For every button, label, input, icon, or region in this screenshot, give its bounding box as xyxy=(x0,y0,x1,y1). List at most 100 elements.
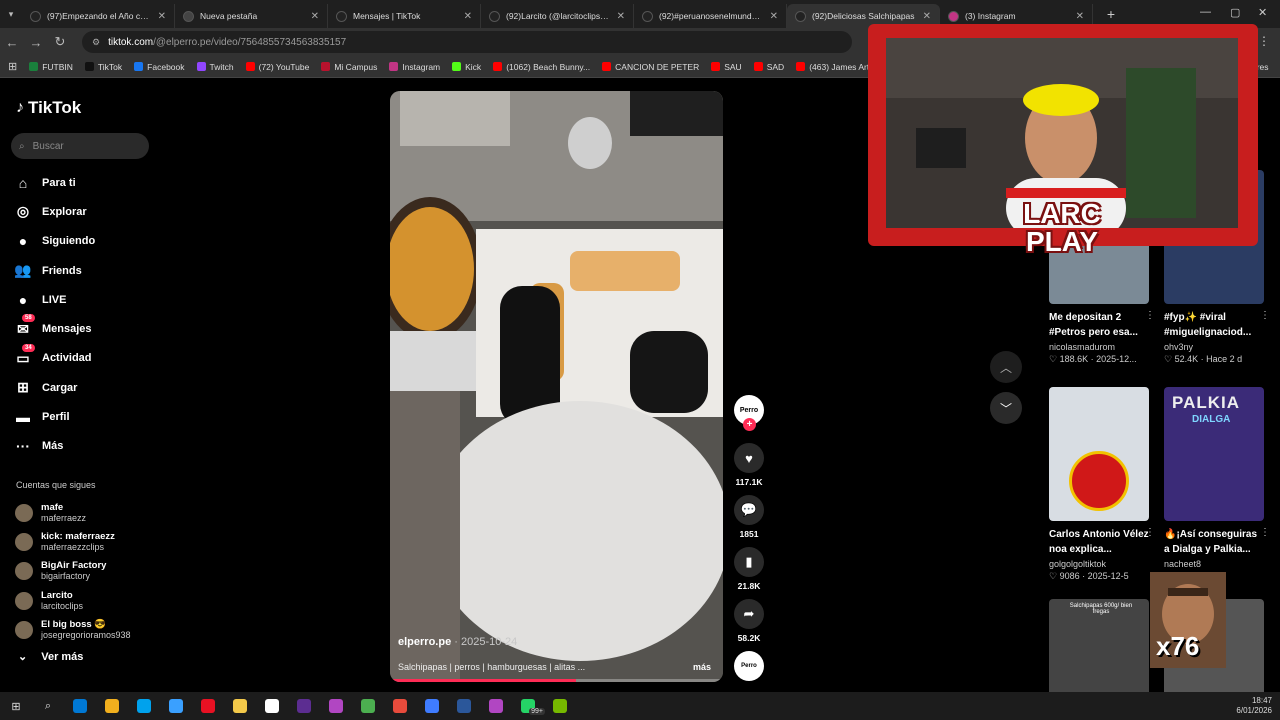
related-video-card[interactable]: Salchipapas 600g/ bien fregas xyxy=(1049,599,1149,699)
sidebar-item-ms[interactable]: ··· Más xyxy=(14,432,95,461)
video-author[interactable]: elperro.pe xyxy=(398,636,451,648)
taskbar-apps: 99+ xyxy=(64,692,576,720)
bookmark-item[interactable]: Kick xyxy=(452,62,481,72)
tab-close-icon[interactable]: ✕ xyxy=(464,11,472,22)
sidebar-item-perfil[interactable]: ▬ Perfil xyxy=(14,402,95,431)
forward-icon[interactable]: → xyxy=(24,35,48,50)
tab-close-icon[interactable]: ✕ xyxy=(311,11,319,22)
taskbar-app-icon[interactable] xyxy=(544,692,576,720)
apps-grid-icon[interactable]: ⊞ xyxy=(8,60,17,73)
following-account[interactable]: El big boss 😎 josegregorioramos938 xyxy=(15,615,131,644)
related-video-card[interactable]: Carlos Antonio Vélez noa explica... ⋮ golg… xyxy=(1049,387,1155,582)
system-clock[interactable]: 18:47 6/01/2026 xyxy=(1236,696,1272,716)
taskbar-app-icon[interactable] xyxy=(128,692,160,720)
description-more-link[interactable]: más xyxy=(693,662,711,672)
bookmark-item[interactable]: (1062) Beach Bunny... xyxy=(493,62,590,72)
previous-video-button[interactable]: ︿ xyxy=(990,351,1022,383)
tab-close-icon[interactable]: ✕ xyxy=(617,11,625,22)
browser-tab[interactable]: (97)Empezando el Año con Ron ✕ xyxy=(22,4,175,28)
taskbar-app-icon[interactable] xyxy=(256,692,288,720)
search-input[interactable]: ⌕ Buscar xyxy=(11,133,149,159)
taskbar-app-icon[interactable] xyxy=(224,692,256,720)
next-video-button[interactable]: ﹀ xyxy=(990,392,1022,424)
bookmark-item[interactable]: Twitch xyxy=(196,62,234,72)
sidebar-item-actividad[interactable]: ▭ 34 Actividad xyxy=(14,343,95,373)
like-button[interactable]: ♥ 117.1K xyxy=(733,443,765,487)
author-avatar[interactable]: Perro + xyxy=(733,395,765,431)
video-thumbnail[interactable] xyxy=(1049,387,1149,521)
taskbar-app-icon[interactable] xyxy=(160,692,192,720)
sidebar-item-parati[interactable]: ⌂ Para ti xyxy=(14,168,95,197)
follow-plus-icon[interactable]: + xyxy=(743,418,756,431)
taskbar-app-icon[interactable] xyxy=(416,692,448,720)
sidebar-item-friends[interactable]: 👥 Friends xyxy=(14,256,95,285)
following-account[interactable]: mafe maferraezz xyxy=(15,498,131,527)
bookmark-item[interactable]: Mi Campus xyxy=(321,62,377,72)
bookmark-item[interactable]: SAU xyxy=(711,62,742,72)
bookmark-item[interactable]: Facebook xyxy=(134,62,185,72)
taskbar-app-icon[interactable]: 99+ xyxy=(512,692,545,720)
browser-tab[interactable]: Mensajes | TikTok ✕ xyxy=(328,4,481,28)
sidebar-item-siguiendo[interactable]: ● Siguiendo xyxy=(14,227,95,256)
taskbar-app-icon[interactable] xyxy=(352,692,384,720)
video-player[interactable]: elperro.pe · 2025-10-24 Salchipapas | pe… xyxy=(390,91,723,682)
tab-close-icon[interactable]: ✕ xyxy=(923,11,931,22)
see-more-button[interactable]: ⌄ Ver más xyxy=(18,650,83,664)
tab-search-icon[interactable]: ▾ xyxy=(0,9,22,20)
meme-text: x76 xyxy=(1156,631,1200,661)
tab-close-icon[interactable]: ✕ xyxy=(1076,11,1084,22)
browser-tab[interactable]: Nueva pestaña ✕ xyxy=(175,4,328,28)
card-menu-icon[interactable]: ⋮ xyxy=(1260,310,1270,321)
taskbar-app-icon[interactable] xyxy=(192,692,224,720)
taskbar-app-icon[interactable] xyxy=(320,692,352,720)
card-menu-icon[interactable]: ⋮ xyxy=(1260,527,1270,538)
bookmark-item[interactable]: CANCION DE PETER xyxy=(602,62,699,72)
taskbar-app-icon[interactable] xyxy=(288,692,320,720)
comment-button[interactable]: 💬 1851 xyxy=(733,495,765,539)
card-menu-icon[interactable]: ⋮ xyxy=(1145,527,1155,538)
browser-tab[interactable]: (92)#peruanosenelmundo #fyp ✕ xyxy=(634,4,787,28)
taskbar-search-icon[interactable]: ⌕ xyxy=(32,692,64,720)
video-thumbnail[interactable]: Salchipapas 600g/ bien fregas xyxy=(1049,599,1149,699)
tiktok-logo[interactable]: ♪ TikTok xyxy=(16,98,81,118)
close-window-icon[interactable]: ✕ xyxy=(1258,6,1267,19)
bookmark-item[interactable]: Instagram xyxy=(389,62,440,72)
sidebar-item-live[interactable]: ● LIVE xyxy=(14,285,95,314)
browser-menu-icon[interactable]: ⋮ xyxy=(1258,34,1270,48)
bookmark-item[interactable]: SAD xyxy=(753,62,784,72)
maximize-icon[interactable]: ▢ xyxy=(1230,6,1240,19)
taskbar-app-icon[interactable] xyxy=(448,692,480,720)
related-video-card[interactable]: PALKIA DIALGA 🔥¡Así conseguiras a Dialga y… xyxy=(1164,387,1270,581)
back-icon[interactable]: ← xyxy=(0,35,24,50)
taskbar-app-icon[interactable] xyxy=(64,692,96,720)
taskbar-app-icon[interactable] xyxy=(480,692,512,720)
video-progress-bar[interactable] xyxy=(390,679,723,682)
tab-close-icon[interactable]: ✕ xyxy=(770,11,778,22)
tab-close-icon[interactable]: ✕ xyxy=(158,11,166,22)
bookmark-item[interactable]: TikTok xyxy=(84,62,122,72)
windows-start-icon[interactable]: ⊞ xyxy=(0,692,32,720)
sidebar-item-explorar[interactable]: ◎ Explorar xyxy=(14,197,95,226)
site-info-icon[interactable]: ⚙ xyxy=(92,37,100,48)
url-field[interactable]: ⚙ tiktok.com/@elperro.pe/video/756485573… xyxy=(82,31,852,53)
browser-window: ▾ (97)Empezando el Año con Ron✕Nueva pes… xyxy=(0,0,1280,699)
taskbar-app-icon[interactable] xyxy=(384,692,416,720)
bookmark-item[interactable]: (72) YouTube xyxy=(245,62,309,72)
sidebar-item-mensajes[interactable]: ✉ 58 Mensajes xyxy=(14,314,95,343)
save-button[interactable]: ▮ 21.8K xyxy=(733,547,765,591)
following-account[interactable]: BigAir Factory bigairfactory xyxy=(15,557,131,586)
card-menu-icon[interactable]: ⋮ xyxy=(1145,310,1155,321)
following-account[interactable]: Larcito larcitoclips xyxy=(15,586,131,615)
share-button[interactable]: ➦ 58.2K xyxy=(733,599,765,643)
music-disc[interactable]: Perro xyxy=(733,651,765,681)
sidebar-item-cargar[interactable]: ⊞ Cargar xyxy=(14,373,95,402)
following-account[interactable]: kick: maferraezz maferraezzclips xyxy=(15,527,131,556)
video-thumbnail[interactable]: PALKIA DIALGA xyxy=(1164,387,1264,521)
bookmark-item[interactable]: FUTBIN xyxy=(29,62,73,72)
tab-title: Nueva pestaña xyxy=(200,11,258,21)
browser-tab[interactable]: (92)Larcito (@larcitoclips) | Tik ✕ xyxy=(481,4,634,28)
minimize-icon[interactable]: — xyxy=(1200,6,1211,18)
new-tab-button[interactable]: + xyxy=(1101,4,1121,24)
taskbar-app-icon[interactable] xyxy=(96,692,128,720)
reload-icon[interactable]: ↻ xyxy=(48,34,72,50)
